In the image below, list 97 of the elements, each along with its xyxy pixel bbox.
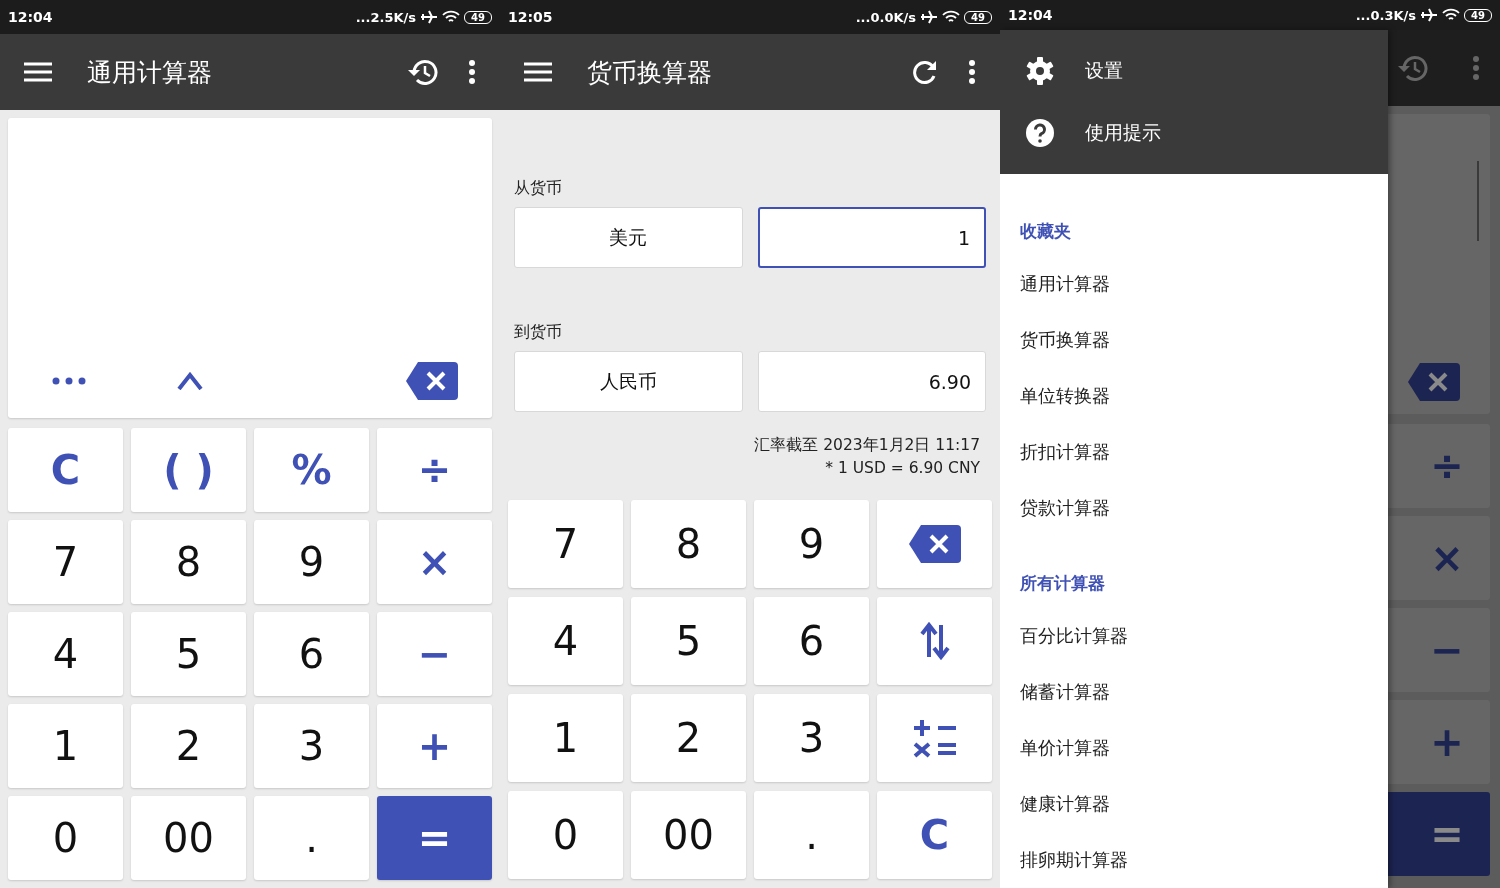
calculator-key[interactable]: =	[377, 796, 492, 880]
more-options-icon	[1472, 55, 1480, 81]
calculator-key: ×	[1388, 516, 1490, 600]
drawer-list-item[interactable]: 货币换算器	[1000, 312, 1388, 368]
airplane-icon	[920, 10, 939, 24]
currency-label: 到货币	[514, 321, 563, 343]
calculator-key[interactable]: 5	[131, 612, 246, 696]
calculator-key: −	[1388, 608, 1490, 692]
calculator-key[interactable]: 3	[254, 704, 369, 788]
calculator-key[interactable]: 4	[508, 597, 623, 685]
calculator-key[interactable]: 2	[131, 704, 246, 788]
app-title: 货币换算器	[587, 56, 713, 89]
status-time: 12:05	[508, 9, 553, 25]
drawer-list-item[interactable]: 健康计算器	[1000, 776, 1388, 832]
calculator-key[interactable]: 00	[131, 796, 246, 880]
swap-key[interactable]	[877, 597, 992, 685]
refresh-icon[interactable]	[912, 59, 938, 85]
drawer-list-item[interactable]: 通用计算器	[1000, 256, 1388, 312]
operators-key[interactable]	[877, 694, 992, 782]
calculator-key[interactable]: 8	[131, 520, 246, 604]
calculator-key[interactable]: 6	[254, 612, 369, 696]
calculator-key[interactable]: 8	[631, 500, 746, 588]
calculator-key[interactable]: +	[377, 704, 492, 788]
calculator-key[interactable]: ( )	[131, 428, 246, 512]
network-speed: ...0.0K/s	[855, 9, 917, 25]
more-dots-icon[interactable]	[51, 377, 86, 385]
settings-icon	[1025, 56, 1055, 86]
history-icon[interactable]	[406, 58, 438, 86]
menu-icon[interactable]	[524, 62, 552, 82]
calculator-key[interactable]: ×	[377, 520, 492, 604]
section-heading: 所有计算器	[1019, 572, 1106, 595]
caret-up-icon[interactable]	[176, 372, 203, 390]
app-title: 通用计算器	[87, 56, 213, 89]
network-speed: ...0.3K/s	[1355, 7, 1417, 23]
drawer-list-item[interactable]: 单价计算器	[1000, 720, 1388, 776]
calculator-key[interactable]: 1	[508, 694, 623, 782]
calculator-key[interactable]: 6	[754, 597, 869, 685]
calculator-key[interactable]: 3	[754, 694, 869, 782]
calculator-key: ÷	[1388, 424, 1490, 508]
wifi-icon	[442, 10, 461, 24]
airplane-icon	[420, 10, 439, 24]
calculator-key[interactable]: 9	[754, 500, 869, 588]
status-time: 12:04	[8, 9, 53, 25]
exchange-rate-note: 汇率截至 2023年1月2日 11:17	[753, 435, 980, 456]
calculator-key: +	[1388, 700, 1490, 784]
exchange-rate-note: * 1 USD = 6.90 CNY	[824, 458, 980, 479]
backspace-icon	[908, 525, 961, 563]
calculator-key[interactable]: 5	[631, 597, 746, 685]
calculator-key[interactable]: 7	[508, 500, 623, 588]
calculator-key: =	[1388, 792, 1490, 876]
calculator-key[interactable]: 0	[8, 796, 123, 880]
help-icon	[1025, 118, 1055, 148]
calculator-key[interactable]: %	[254, 428, 369, 512]
history-icon	[1396, 54, 1428, 82]
wifi-icon	[942, 10, 961, 24]
status-time: 12:04	[1008, 7, 1053, 23]
drawer-list-item[interactable]: 折扣计算器	[1000, 424, 1388, 480]
currency-selector[interactable]: 人民币	[514, 351, 743, 412]
calculator-key[interactable]: C	[8, 428, 123, 512]
wifi-icon	[1442, 8, 1461, 22]
calculator-key[interactable]: 0	[508, 791, 623, 879]
drawer-list-item[interactable]: 单位转换器	[1000, 368, 1388, 424]
calculator-key[interactable]: 2	[631, 694, 746, 782]
backspace-icon[interactable]	[405, 362, 458, 400]
more-options-icon[interactable]	[968, 59, 976, 85]
network-speed: ...2.5K/s	[355, 9, 417, 25]
drawer-list-item[interactable]: 排卵期计算器	[1000, 832, 1388, 888]
calculator-key[interactable]: 7	[8, 520, 123, 604]
calculator-key[interactable]: ÷	[377, 428, 492, 512]
calculator-key[interactable]: 00	[631, 791, 746, 879]
calculator-key[interactable]: 9	[254, 520, 369, 604]
backspace-key[interactable]	[877, 500, 992, 588]
battery-level: 49	[464, 10, 492, 24]
calculator-key[interactable]: .	[254, 796, 369, 880]
amount-field[interactable]: 1	[757, 207, 986, 268]
drawer-list-item[interactable]: 储蓄计算器	[1000, 664, 1388, 720]
math-operators-icon	[911, 718, 958, 758]
calculator-key[interactable]: 1	[8, 704, 123, 788]
battery-level: 49	[1464, 8, 1492, 22]
currency-selector[interactable]: 美元	[514, 207, 743, 268]
drawer-list-item[interactable]: 贷款计算器	[1000, 480, 1388, 536]
calculator-key[interactable]: C	[877, 791, 992, 879]
drawer-list-item[interactable]: 百分比计算器	[1000, 608, 1388, 664]
currency-label: 从货币	[514, 177, 563, 199]
section-heading: 收藏夹	[1019, 220, 1072, 243]
calculator-key[interactable]: −	[377, 612, 492, 696]
drawer-menu-item[interactable]: 使用提示	[1000, 102, 1388, 164]
calculator-key[interactable]: .	[754, 791, 869, 879]
more-options-icon[interactable]	[468, 59, 476, 85]
swap-arrows-icon	[919, 621, 950, 661]
drawer-menu-item[interactable]: 设置	[1000, 40, 1388, 102]
airplane-icon	[1420, 8, 1439, 22]
battery-level: 49	[964, 10, 992, 24]
amount-field[interactable]: 6.90	[757, 351, 986, 412]
backspace-icon	[1408, 363, 1460, 401]
menu-icon[interactable]	[24, 62, 52, 82]
calculator-key[interactable]: 4	[8, 612, 123, 696]
